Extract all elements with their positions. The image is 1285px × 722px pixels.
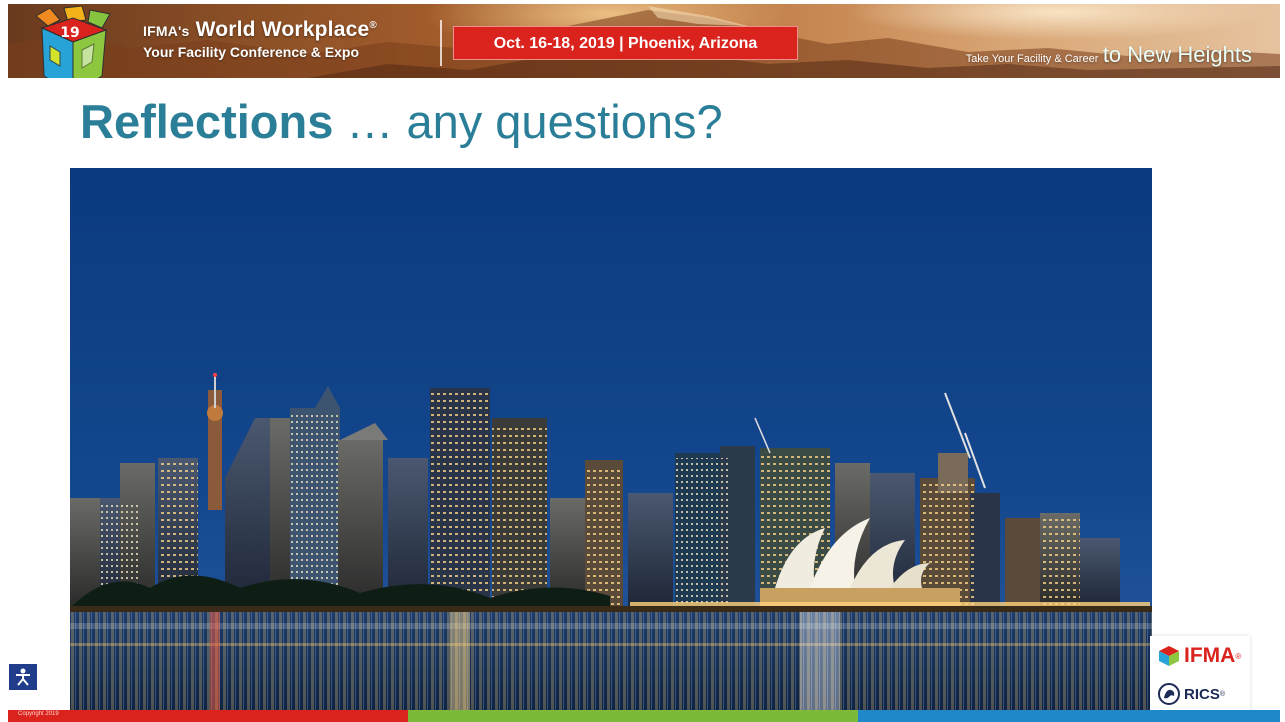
partner-logos: IFMA ® RICS ® bbox=[1150, 636, 1250, 716]
brand-subtitle: Your Facility Conference & Expo bbox=[143, 44, 360, 60]
ifma-logo: IFMA ® bbox=[1158, 644, 1241, 668]
footer-red-segment: Copyright 2019 bbox=[8, 710, 408, 722]
banner-divider bbox=[440, 20, 442, 66]
skyline-photo bbox=[70, 168, 1152, 710]
svg-text:19: 19 bbox=[60, 25, 79, 41]
accessibility-badge-icon bbox=[9, 664, 37, 690]
rics-text: RICS bbox=[1184, 685, 1220, 703]
brand-title: IFMA's World Workplace® bbox=[143, 18, 377, 42]
footer-green-segment bbox=[408, 710, 858, 722]
rics-logo: RICS ® bbox=[1158, 682, 1225, 706]
footer-blue-segment bbox=[858, 710, 1280, 722]
slide-title: Reflections … any questions? bbox=[80, 94, 723, 149]
tagline-small: Take Your Facility & Career bbox=[965, 53, 1099, 65]
slide: 19 IFMA's World Workplace® Your Facility… bbox=[0, 0, 1285, 722]
rics-lion-icon bbox=[1158, 683, 1180, 705]
rics-reg-mark: ® bbox=[1219, 690, 1226, 698]
tagline: Take Your Facility & Career to New Heigh… bbox=[966, 42, 1252, 68]
footer-bar: Copyright 2019 bbox=[8, 710, 1280, 722]
event-banner: 19 IFMA's World Workplace® Your Facility… bbox=[8, 4, 1280, 78]
brand-name: World Workplace bbox=[195, 18, 370, 41]
ifma-text: IFMA bbox=[1184, 644, 1236, 667]
brand-prefix: IFMA's bbox=[143, 23, 190, 39]
ifma-reg-mark: ® bbox=[1235, 651, 1242, 661]
title-rest: … any questions? bbox=[333, 95, 723, 148]
event-dates-badge: Oct. 16-18, 2019 | Phoenix, Arizona bbox=[453, 26, 798, 60]
title-bold: Reflections bbox=[80, 95, 334, 148]
ifma-cube-icon bbox=[1159, 646, 1179, 666]
tagline-big: to New Heights bbox=[1102, 42, 1252, 67]
city-skyline-image bbox=[70, 168, 1152, 710]
brand-reg-mark: ® bbox=[369, 20, 377, 31]
copyright-text: Copyright 2019 bbox=[18, 711, 59, 717]
cube-logo-icon: 19 bbox=[35, 6, 111, 78]
